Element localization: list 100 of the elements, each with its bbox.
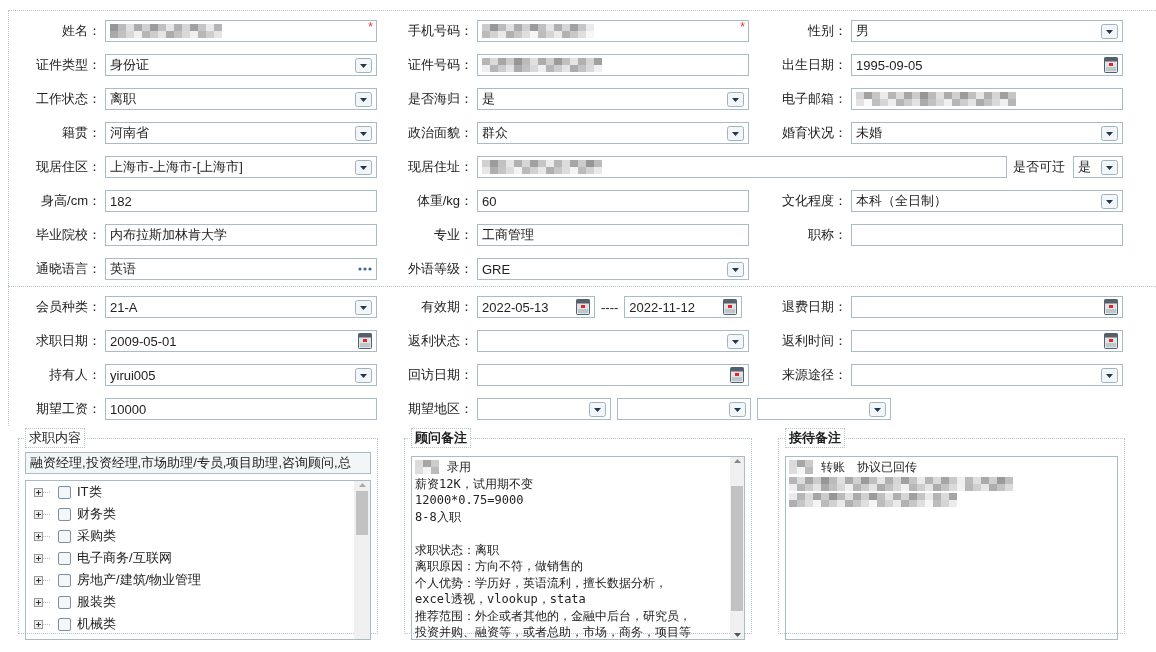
text-field[interactable]: * (105, 20, 377, 42)
field-label: 期望地区： (407, 400, 474, 418)
dropdown-field[interactable]: 未婚 (851, 122, 1123, 144)
scrollbar[interactable] (730, 457, 744, 639)
scroll-up-icon[interactable] (732, 457, 742, 465)
text-field[interactable]: 工商管理 (477, 224, 749, 246)
checkbox[interactable] (58, 485, 71, 499)
checkbox[interactable] (58, 595, 71, 609)
tree-item[interactable]: 房地产/建筑/物业管理 (77, 571, 202, 589)
text-field[interactable]: * (477, 20, 749, 42)
caret-icon[interactable] (729, 401, 746, 417)
text-field[interactable]: 60 (477, 190, 749, 212)
notes-textarea[interactable]: 转账 协议已回传 (785, 456, 1118, 640)
note-line: 录用 (447, 459, 471, 476)
dropdown-field[interactable]: yirui005 (105, 364, 377, 386)
calendar-icon[interactable] (1104, 333, 1118, 349)
caret-icon[interactable] (727, 261, 744, 277)
dropdown-field[interactable] (477, 398, 611, 420)
dropdown-field[interactable]: 身份证 (105, 54, 377, 76)
caret-icon[interactable] (589, 401, 606, 417)
note-line: 8-8入职 (415, 508, 461, 525)
date-field[interactable] (851, 330, 1123, 352)
expand-icon[interactable] (34, 487, 52, 497)
dropdown-field[interactable]: 离职 (105, 88, 377, 110)
calendar-icon[interactable] (1104, 57, 1118, 73)
scroll-thumb[interactable] (731, 485, 743, 611)
date-field[interactable]: 2022-11-12 (624, 296, 743, 318)
caret-icon[interactable] (727, 125, 744, 141)
expand-icon[interactable] (34, 597, 52, 607)
expand-icon[interactable] (34, 509, 52, 519)
caret-icon[interactable] (355, 91, 372, 107)
tree-item[interactable]: 机械类 (77, 615, 116, 633)
dropdown-field[interactable]: 是 (477, 88, 749, 110)
checkbox[interactable] (58, 507, 71, 521)
picker-field[interactable]: 英语 (105, 258, 377, 280)
date-field[interactable]: 1995-09-05 (851, 54, 1123, 76)
caret-icon[interactable] (727, 333, 744, 349)
dropdown-field[interactable]: 上海市-上海市-[上海市] (105, 156, 377, 178)
scroll-down-icon[interactable] (732, 631, 742, 639)
dropdown-field[interactable]: 是 (1073, 156, 1123, 178)
scroll-thumb[interactable] (356, 491, 368, 535)
expand-icon[interactable] (34, 575, 52, 585)
checkbox[interactable] (58, 573, 71, 587)
text-field[interactable] (851, 88, 1123, 110)
caret-icon[interactable] (1101, 23, 1118, 39)
caret-icon[interactable] (355, 159, 372, 175)
ellipsis-icon[interactable] (358, 267, 372, 271)
panel-title: 顾问备注 (411, 428, 471, 448)
caret-icon[interactable] (1101, 193, 1118, 209)
expand-icon[interactable] (34, 619, 52, 629)
dropdown-field[interactable]: 群众 (477, 122, 749, 144)
text-field[interactable] (477, 54, 749, 76)
caret-icon[interactable] (355, 367, 372, 383)
date-field[interactable]: 2009-05-01 (105, 330, 377, 352)
calendar-icon[interactable] (358, 333, 372, 349)
date-field[interactable]: 2022-05-13 (477, 296, 595, 318)
expand-icon[interactable] (34, 553, 52, 563)
caret-icon[interactable] (727, 91, 744, 107)
text-field[interactable] (851, 224, 1123, 246)
dropdown-field[interactable] (617, 398, 751, 420)
calendar-icon[interactable] (1104, 299, 1118, 315)
caret-icon[interactable] (355, 125, 372, 141)
text-field[interactable] (477, 156, 1007, 178)
tree-item[interactable]: 服装类 (77, 593, 116, 611)
tree-item[interactable]: 采购类 (77, 527, 116, 545)
calendar-icon[interactable] (576, 299, 590, 315)
checkbox[interactable] (58, 617, 71, 631)
scrollbar[interactable] (354, 481, 370, 639)
caret-icon[interactable] (355, 57, 372, 73)
dropdown-field[interactable]: 21-A (105, 296, 377, 318)
dropdown-field[interactable]: 本科（全日制） (851, 190, 1123, 212)
tree-item[interactable]: 电子商务/互联网 (77, 549, 172, 567)
date-field[interactable] (851, 296, 1123, 318)
field-label: 现居住区： (35, 158, 102, 176)
caret-icon[interactable] (869, 401, 886, 417)
field-label: 身高/cm： (40, 192, 102, 210)
calendar-icon[interactable] (723, 299, 738, 315)
notes-textarea[interactable]: 录用 薪资12K，试用期不变 12000*0.75=9000 8-8入职 求职状态：离职 离职原因：方向不符，做销售的 个人优势：学历好，英语流利，擅长数据分析， excel透视，vlookup，stata 推荐范围：外企或者其他的，金融中后台，研究员， 投资并购、融资等，或者总助，市场，商务，项目等 (411, 456, 745, 640)
checkbox[interactable] (58, 529, 71, 543)
dropdown-field[interactable]: GRE (477, 258, 749, 280)
dropdown-field[interactable]: 河南省 (105, 122, 377, 144)
caret-icon[interactable] (1101, 159, 1118, 175)
tree-item[interactable]: IT类 (77, 483, 102, 501)
text-field[interactable]: 10000 (105, 398, 377, 420)
text-field[interactable]: 内布拉斯加林肯大学 (105, 224, 377, 246)
caret-icon[interactable] (355, 299, 372, 315)
dropdown-field[interactable] (851, 364, 1123, 386)
dropdown-field[interactable]: 男 (851, 20, 1123, 42)
dropdown-field[interactable] (477, 330, 749, 352)
tree-item[interactable]: 财务类 (77, 505, 116, 523)
caret-icon[interactable] (1101, 125, 1118, 141)
checkbox[interactable] (58, 551, 71, 565)
text-field[interactable]: 182 (105, 190, 377, 212)
expand-icon[interactable] (34, 531, 52, 541)
caret-icon[interactable] (1101, 367, 1118, 383)
date-field[interactable] (477, 364, 749, 386)
note-line: 投资并购、融资等，或者总助，市场，商务，项目等 (415, 624, 691, 639)
calendar-icon[interactable] (730, 367, 744, 383)
text-field[interactable]: 融资经理,投资经理,市场助理/专员,项目助理,咨询顾问,总 (25, 452, 371, 474)
dropdown-field[interactable] (757, 398, 891, 420)
